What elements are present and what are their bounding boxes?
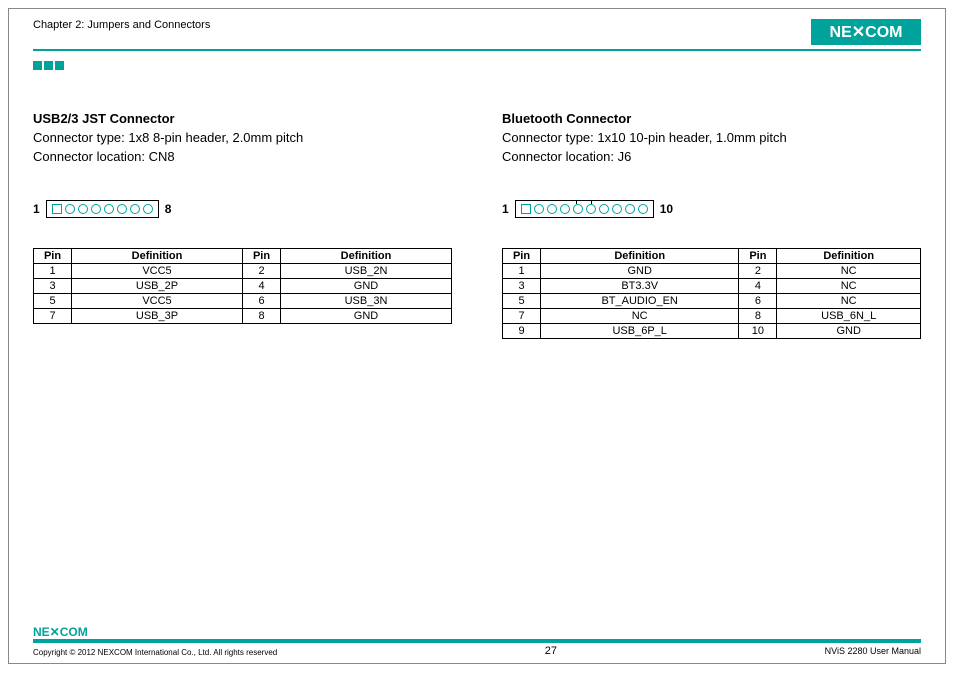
svg-text:NE✕COM: NE✕COM bbox=[33, 625, 88, 639]
col-pin2: Pin bbox=[739, 249, 777, 264]
footer: NE✕COM Copyright © 2012 NEXCOM Internati… bbox=[33, 625, 921, 657]
bt-title: Bluetooth Connector bbox=[502, 111, 921, 126]
bt-connector-box bbox=[515, 200, 654, 218]
usb-location: Connector location: CN8 bbox=[33, 149, 452, 164]
usb-connector-section: USB2/3 JST Connector Connector type: 1x8… bbox=[33, 111, 452, 339]
usb-type: Connector type: 1x8 8-pin header, 2.0mm … bbox=[33, 130, 452, 145]
decorative-squares bbox=[33, 57, 921, 75]
bt-type: Connector type: 1x10 10-pin header, 1.0m… bbox=[502, 130, 921, 145]
col-def: Definition bbox=[541, 249, 739, 264]
usb-connector-diagram: 1 8 bbox=[33, 200, 452, 218]
table-row: 9USB_6P_L10GND bbox=[503, 324, 921, 339]
pin-icon bbox=[599, 204, 609, 214]
table-row: 3BT3.3V4NC bbox=[503, 279, 921, 294]
bt-pin-end: 10 bbox=[660, 202, 673, 216]
pin-icon bbox=[104, 204, 114, 214]
pin-icon bbox=[547, 204, 557, 214]
manual-name: NViS 2280 User Manual bbox=[825, 646, 921, 656]
table-row: 1VCC52USB_2N bbox=[34, 264, 452, 279]
table-row: 3USB_2P4GND bbox=[34, 279, 452, 294]
pin-icon bbox=[573, 204, 583, 214]
col-pin: Pin bbox=[34, 249, 72, 264]
pin-icon bbox=[586, 204, 596, 214]
table-row: 7NC8USB_6N_L bbox=[503, 309, 921, 324]
table-row: 5VCC56USB_3N bbox=[34, 294, 452, 309]
pin-icon bbox=[625, 204, 635, 214]
pin-icon bbox=[143, 204, 153, 214]
content-columns: USB2/3 JST Connector Connector type: 1x8… bbox=[33, 111, 921, 339]
pin-icon bbox=[638, 204, 648, 214]
bt-connector-diagram: 1 10 bbox=[502, 200, 921, 218]
col-def: Definition bbox=[72, 249, 243, 264]
nexcom-logo-large: NE✕COM bbox=[811, 19, 921, 45]
svg-text:NE✕COM: NE✕COM bbox=[830, 24, 903, 41]
pin-icon bbox=[560, 204, 570, 214]
page-number: 27 bbox=[545, 645, 557, 657]
col-pin: Pin bbox=[503, 249, 541, 264]
pin-icon bbox=[65, 204, 75, 214]
pin-icon bbox=[52, 204, 62, 214]
pin-icon bbox=[117, 204, 127, 214]
usb-pin-table: Pin Definition Pin Definition 1VCC52USB_… bbox=[33, 248, 452, 324]
copyright-text: Copyright © 2012 NEXCOM International Co… bbox=[33, 648, 277, 657]
table-header-row: Pin Definition Pin Definition bbox=[503, 249, 921, 264]
usb-pin-start: 1 bbox=[33, 202, 40, 216]
usb-connector-box bbox=[46, 200, 159, 218]
col-pin2: Pin bbox=[243, 249, 281, 264]
bt-pin-table: Pin Definition Pin Definition 1GND2NC 3B… bbox=[502, 248, 921, 339]
col-def2: Definition bbox=[281, 249, 452, 264]
pin-icon bbox=[78, 204, 88, 214]
table-row: 1GND2NC bbox=[503, 264, 921, 279]
bt-location: Connector location: J6 bbox=[502, 149, 921, 164]
pin-icon bbox=[612, 204, 622, 214]
pin-icon bbox=[91, 204, 101, 214]
table-row: 7USB_3P8GND bbox=[34, 309, 452, 324]
footer-row: Copyright © 2012 NEXCOM International Co… bbox=[33, 645, 921, 657]
usb-title: USB2/3 JST Connector bbox=[33, 111, 452, 126]
col-def2: Definition bbox=[777, 249, 921, 264]
footer-divider bbox=[33, 639, 921, 643]
bt-pin-start: 1 bbox=[502, 202, 509, 216]
table-row: 5BT_AUDIO_EN6NC bbox=[503, 294, 921, 309]
pin-icon bbox=[130, 204, 140, 214]
bluetooth-connector-section: Bluetooth Connector Connector type: 1x10… bbox=[502, 111, 921, 339]
pin-icon bbox=[534, 204, 544, 214]
header-divider bbox=[33, 49, 921, 51]
pin-icon bbox=[521, 204, 531, 214]
table-header-row: Pin Definition Pin Definition bbox=[34, 249, 452, 264]
page: Chapter 2: Jumpers and Connectors NE✕COM… bbox=[8, 8, 946, 664]
usb-pin-end: 8 bbox=[165, 202, 172, 216]
nexcom-logo-small: NE✕COM bbox=[33, 625, 921, 639]
header: Chapter 2: Jumpers and Connectors NE✕COM bbox=[33, 9, 921, 45]
chapter-label: Chapter 2: Jumpers and Connectors bbox=[33, 19, 210, 31]
